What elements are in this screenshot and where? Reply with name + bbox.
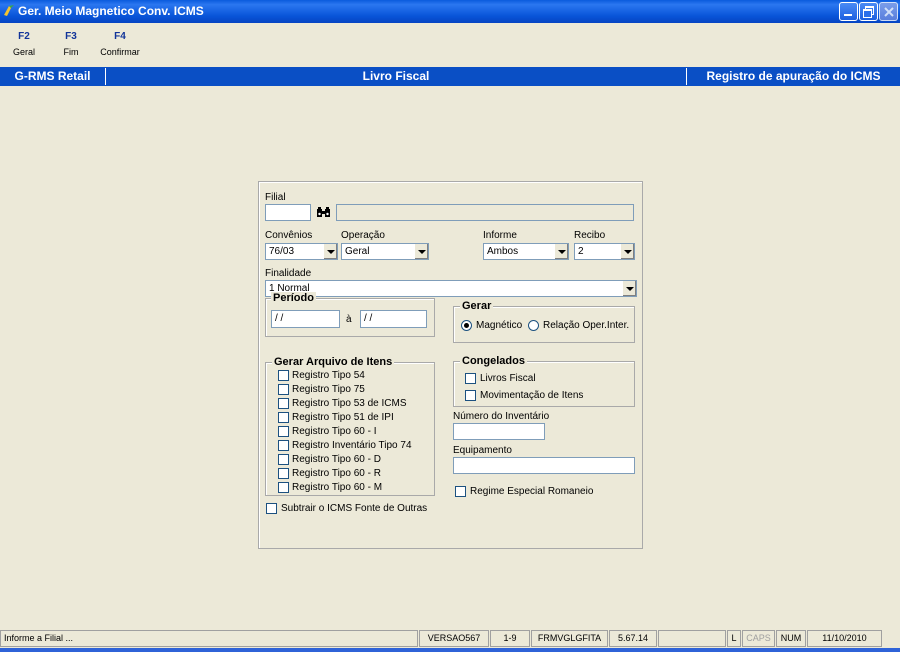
registro-item-checkbox[interactable] (278, 426, 289, 437)
chevron-down-icon[interactable] (414, 244, 428, 259)
filial-label: Filial (265, 192, 286, 203)
status-message: Informe a Filial ... (0, 630, 418, 647)
f4-confirmar-button[interactable]: F4 Confirmar (95, 31, 145, 57)
registro-item-label[interactable]: Registro Tipo 60 - D (292, 454, 381, 465)
operacao-select[interactable]: Geral (341, 243, 429, 260)
app-icon (4, 5, 14, 16)
registro-item-label[interactable]: Registro Tipo 53 de ICMS (292, 398, 407, 409)
status-form: FRMVGLGFITA (531, 630, 608, 647)
restore-button[interactable] (859, 2, 878, 21)
operacao-label: Operação (341, 230, 385, 241)
window-title: Ger. Meio Magnetico Conv. ICMS (18, 4, 204, 18)
status-empty (658, 630, 726, 647)
periodo-end-input[interactable]: / / (360, 310, 427, 328)
status-range: 1-9 (490, 630, 530, 647)
registro-item-checkbox[interactable] (278, 454, 289, 465)
numero-inventario-input[interactable] (453, 423, 545, 440)
registro-item-label[interactable]: Registro Tipo 60 - I (292, 426, 376, 437)
close-button[interactable] (879, 2, 898, 21)
informe-value: Ambos (487, 246, 519, 257)
gerar-title: Gerar (460, 300, 494, 312)
regime-especial-label[interactable]: Regime Especial Romaneio (470, 486, 593, 497)
equipamento-input[interactable] (453, 457, 635, 474)
close-icon (884, 7, 894, 17)
finalidade-label: Finalidade (265, 268, 312, 279)
recibo-select[interactable]: 2 (574, 243, 635, 260)
livros-fiscal-label[interactable]: Livros Fiscal (480, 373, 536, 384)
relacao-radio[interactable] (528, 320, 539, 331)
filial-name-display (336, 204, 634, 221)
magnetico-label[interactable]: Magnético (476, 320, 522, 331)
f2-geral-button[interactable]: F2 Geral (0, 31, 49, 57)
status-caps: CAPS (742, 630, 775, 647)
informe-label: Informe (483, 230, 517, 241)
chevron-down-icon[interactable] (554, 244, 568, 259)
f3-key: F3 (65, 31, 77, 42)
registro-item-checkbox[interactable] (278, 468, 289, 479)
registro-item-label[interactable]: Registro Inventário Tipo 74 (292, 440, 412, 451)
f3-label: Fim (63, 47, 79, 57)
registro-item-label[interactable]: Registro Tipo 75 (292, 384, 365, 395)
f3-fim-button[interactable]: F3 Fim (46, 31, 96, 57)
registro-item-checkbox[interactable] (278, 440, 289, 451)
registro-item-label[interactable]: Registro Tipo 60 - M (292, 482, 382, 493)
chevron-down-icon[interactable] (620, 244, 634, 259)
operacao-value: Geral (345, 246, 370, 257)
movimentacao-itens-checkbox[interactable] (465, 390, 476, 401)
livros-fiscal-checkbox[interactable] (465, 373, 476, 384)
f2-label: Geral (12, 47, 35, 57)
numero-inventario-label: Número do Inventário (453, 411, 550, 422)
header-bar: G-RMS Retail Livro Fiscal Registro de ap… (0, 67, 900, 86)
registro-item-label[interactable]: Registro Tipo 51 de IPI (292, 412, 394, 423)
magnetico-radio[interactable] (461, 320, 472, 331)
periodo-start-input[interactable]: / / (271, 310, 340, 328)
registro-item-label[interactable]: Registro Tipo 54 (292, 370, 365, 381)
gerar-itens-title: Gerar Arquivo de Itens (272, 356, 395, 368)
f4-key: F4 (114, 31, 126, 42)
chevron-down-icon[interactable] (622, 281, 636, 296)
binoculars-icon[interactable] (316, 206, 331, 218)
registro-item-label[interactable]: Registro Tipo 60 - R (292, 468, 381, 479)
status-num: NUM (776, 630, 806, 647)
registro-item-checkbox[interactable] (278, 412, 289, 423)
f4-label: Confirmar (100, 47, 140, 57)
registro-item-checkbox[interactable] (278, 370, 289, 381)
periodo-title: Período (271, 292, 316, 304)
status-date: 11/10/2010 (807, 630, 882, 647)
registro-item-checkbox[interactable] (278, 482, 289, 493)
f2-key: F2 (18, 31, 30, 42)
informe-select[interactable]: Ambos (483, 243, 569, 260)
congelados-title: Congelados (460, 355, 527, 367)
finalidade-select[interactable]: 1 Normal (265, 280, 637, 297)
taskbar-strip (0, 648, 900, 652)
equipamento-label: Equipamento (453, 445, 512, 456)
status-build: 5.67.14 (609, 630, 657, 647)
subtrair-icms-label[interactable]: Subtrair o ICMS Fonte de Outras (281, 503, 427, 514)
filial-input[interactable] (265, 204, 311, 221)
periodo-separator: à (346, 314, 352, 325)
chevron-down-icon[interactable] (323, 244, 337, 259)
minimize-button[interactable] (839, 2, 858, 21)
registro-item-checkbox[interactable] (278, 384, 289, 395)
regime-especial-checkbox[interactable] (455, 486, 466, 497)
subtrair-icms-checkbox[interactable] (266, 503, 277, 514)
status-l: L (727, 630, 741, 647)
title-bar[interactable]: Ger. Meio Magnetico Conv. ICMS (0, 0, 900, 23)
convenios-label: Convênios (265, 230, 313, 241)
convenios-value: 76/03 (269, 246, 295, 257)
movimentacao-itens-label[interactable]: Movimentação de Itens (480, 390, 583, 401)
status-version: VERSAO567 (419, 630, 489, 647)
convenios-select[interactable]: 76/03 (265, 243, 338, 260)
relacao-label[interactable]: Relação Oper.Inter. (543, 320, 629, 331)
header-app-name: G-RMS Retail (14, 69, 91, 83)
recibo-label: Recibo (574, 230, 606, 241)
status-bar: Informe a Filial ... VERSAO567 1-9 FRMVG… (0, 629, 900, 648)
registro-item-checkbox[interactable] (278, 398, 289, 409)
header-screen-title: Registro de apuração do ICMS (706, 69, 881, 83)
header-module: Livro Fiscal (362, 69, 430, 83)
recibo-value: 2 (578, 246, 584, 257)
